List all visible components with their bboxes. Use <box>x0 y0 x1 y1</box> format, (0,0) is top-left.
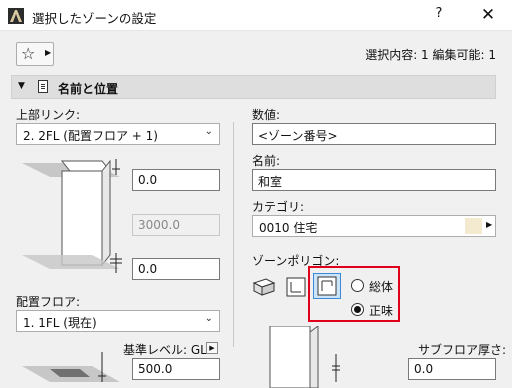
zone-name-field[interactable]: 和室 <box>252 169 496 191</box>
radio-gross-circle[interactable] <box>351 279 364 292</box>
page-icon <box>38 80 48 93</box>
window-title: 選択したゾーンの設定 <box>32 11 157 26</box>
triangle-right-icon: ▶ <box>209 344 215 352</box>
name-label: 名前: <box>252 154 281 168</box>
section-header-name-position[interactable]: ▼ 名前と位置 <box>11 75 496 99</box>
triangle-right-icon: ▶ <box>486 220 493 229</box>
category-selector[interactable]: 0010 住宅 ▶ <box>252 215 496 237</box>
bottom-offset-field[interactable]: 0.0 <box>132 258 220 280</box>
number-label: 数値: <box>252 108 281 122</box>
top-offset-field[interactable]: 0.0 <box>132 169 220 191</box>
archicad-app-icon <box>8 8 24 24</box>
height-field: 3000.0 <box>132 214 220 236</box>
zone-number-field[interactable]: <ゾーン番号> <box>252 123 496 145</box>
subfloor-thickness-field[interactable]: 0.0 <box>408 358 496 380</box>
radio-net-circle[interactable] <box>351 303 364 316</box>
radio-gross-label: 総体 <box>369 280 394 294</box>
category-label: カテゴリ: <box>252 200 305 214</box>
collapse-arrow-icon[interactable]: ▼ <box>18 81 25 91</box>
home-floor-value: 1. 1FL (現在) <box>23 316 97 330</box>
chevron-down-icon: ⌄ <box>204 126 213 137</box>
help-button[interactable]: ? <box>430 6 448 24</box>
selection-info: 選択内容: 1 編集可能: 1 <box>365 48 496 62</box>
home-floor-dropdown[interactable]: 1. 1FL (現在) ⌄ <box>16 310 220 332</box>
gross-polygon-icon <box>286 277 306 297</box>
favorites-button[interactable]: ☆ ▶ <box>16 42 54 66</box>
reference-level-diagram <box>22 352 120 382</box>
triangle-right-icon: ▶ <box>45 48 52 57</box>
box-3d-icon <box>252 278 276 296</box>
top-link-dropdown[interactable]: 2. 2FL (配置フロア + 1) ⌄ <box>16 123 220 145</box>
reference-level-button[interactable]: ▶ <box>206 342 218 354</box>
polygon-gross-button[interactable] <box>282 274 310 300</box>
close-button[interactable]: ✕ <box>477 4 499 26</box>
top-link-value: 2. 2FL (配置フロア + 1) <box>23 129 158 143</box>
polygon-3d-button[interactable] <box>250 274 278 300</box>
subfloor-thickness-label: サブフロア厚さ: <box>418 343 507 357</box>
chevron-down-icon: ⌄ <box>204 313 213 324</box>
radio-net[interactable]: 正味 <box>351 302 396 318</box>
title-bar: 選択したゾーンの設定 ? ✕ <box>0 0 512 31</box>
section-title: 名前と位置 <box>58 82 119 96</box>
reference-level-field[interactable]: 500.0 <box>132 358 220 380</box>
reference-level-label: 基準レベル: GL <box>123 343 207 357</box>
subfloor-diagram <box>269 326 340 388</box>
zone-height-diagram <box>22 159 122 273</box>
radio-gross[interactable]: 総体 <box>351 278 396 294</box>
category-value: 0010 住宅 <box>259 221 318 235</box>
top-link-label: 上部リンク: <box>16 108 81 122</box>
category-color-swatch <box>465 218 482 234</box>
star-icon: ☆ <box>21 44 36 63</box>
radio-net-label: 正味 <box>369 304 394 318</box>
home-floor-label: 配置フロア: <box>16 295 81 309</box>
column-divider <box>233 122 234 347</box>
